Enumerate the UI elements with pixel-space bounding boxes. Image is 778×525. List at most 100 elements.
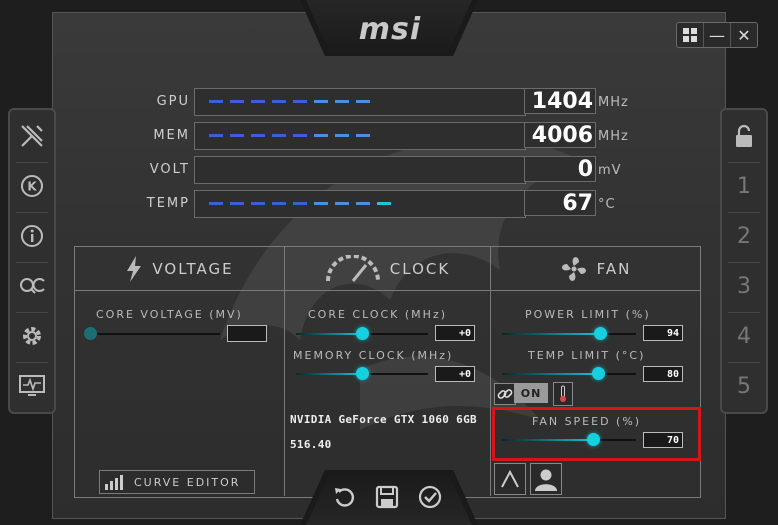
- apply-check-icon[interactable]: [416, 483, 444, 511]
- gpu-meter-value: 1404: [524, 88, 596, 114]
- kombustor-icon[interactable]: K: [10, 166, 54, 206]
- temp-meter-unit: °C: [598, 197, 616, 212]
- sidebar-separator: [16, 362, 48, 363]
- settings-gear-icon[interactable]: [10, 316, 54, 356]
- sidebar-separator: [16, 212, 48, 213]
- power-limit-label: POWER LIMIT (%): [525, 308, 651, 321]
- windows-icon[interactable]: [677, 23, 704, 47]
- mem-meter-label: MEM: [153, 128, 190, 143]
- core-voltage-label: CORE VOLTAGE (MV): [96, 308, 243, 321]
- monitoring-icon[interactable]: [10, 366, 54, 406]
- save-icon[interactable]: [373, 483, 401, 511]
- clock-title: CLOCK: [389, 260, 451, 278]
- core-clock-label: CORE CLOCK (MHz): [308, 308, 448, 321]
- user-profile-icon[interactable]: [530, 463, 562, 495]
- memory-clock-input[interactable]: +0: [435, 366, 475, 382]
- fan-speed-highlight: [492, 407, 701, 461]
- gpu-meter-bar: [194, 88, 526, 116]
- meter-dash: [293, 202, 307, 205]
- meter-dash: [251, 100, 265, 103]
- mem-meter-unit: MHz: [598, 129, 629, 144]
- core-voltage-input[interactable]: [227, 325, 267, 342]
- sidebar-separator: [728, 262, 760, 263]
- curve-editor-icon: [105, 475, 123, 490]
- temp-meter-bar: [194, 190, 526, 218]
- link-toggle-on[interactable]: ON: [514, 383, 548, 403]
- meter-dash: [377, 202, 391, 205]
- meter-dash: [209, 202, 223, 205]
- core-clock-slider[interactable]: [296, 327, 428, 340]
- oc-icon[interactable]: [10, 266, 54, 306]
- thermometer-icon[interactable]: [553, 382, 573, 406]
- sidebar-separator: [728, 312, 760, 313]
- minimize-button[interactable]: —: [704, 23, 731, 47]
- svg-text:K: K: [27, 180, 37, 194]
- meter-dash: [314, 100, 328, 103]
- sidebar-separator: [16, 162, 48, 163]
- link-icon[interactable]: [494, 383, 516, 405]
- meter-dash: [272, 100, 286, 103]
- slider-thumb[interactable]: [593, 327, 607, 340]
- fan-title: FAN: [596, 260, 632, 278]
- msi-logo: msi: [358, 12, 422, 47]
- core-voltage-slider[interactable]: [84, 327, 220, 340]
- power-limit-input[interactable]: 94: [643, 325, 683, 341]
- profile-4-button[interactable]: 4: [722, 316, 766, 356]
- sidebar-separator: [16, 262, 48, 263]
- clock-header: CLOCK: [284, 252, 490, 286]
- sidebar-separator: [16, 312, 48, 313]
- temp-limit-input[interactable]: 80: [643, 366, 683, 382]
- curve-editor-label: CURVE EDITOR: [134, 475, 241, 489]
- profile-3-button[interactable]: 3: [722, 266, 766, 306]
- temp-meter-value: 67: [524, 190, 596, 216]
- meter-dash: [293, 134, 307, 137]
- mem-meter-fill: [209, 134, 370, 137]
- curve-editor-button[interactable]: CURVE EDITOR: [99, 470, 255, 494]
- core-clock-input[interactable]: +0: [435, 325, 475, 341]
- meter-dash: [335, 100, 349, 103]
- temp-meter-label: TEMP: [146, 196, 190, 211]
- meter-dash: [230, 100, 244, 103]
- slider-fill: [296, 373, 362, 375]
- meter-dash: [272, 134, 286, 137]
- unlock-icon[interactable]: [722, 116, 766, 156]
- volt-meter-fill: [209, 168, 509, 172]
- meter-dash: [209, 134, 223, 137]
- meter-dash: [251, 134, 265, 137]
- gpu-meter-label: GPU: [156, 94, 190, 109]
- left-sidebar: K: [8, 108, 56, 414]
- profile-2-button[interactable]: 2: [722, 216, 766, 256]
- close-button[interactable]: ✕: [731, 23, 757, 47]
- auto-fan-icon[interactable]: [494, 463, 526, 495]
- volt-meter-bar: [194, 156, 526, 184]
- volt-meter-unit: mV: [598, 163, 622, 178]
- window-controls: — ✕: [676, 22, 758, 48]
- oc-scanner-icon[interactable]: [10, 116, 54, 156]
- slider-thumb[interactable]: [356, 327, 369, 340]
- reset-icon[interactable]: [330, 483, 358, 511]
- info-icon[interactable]: [10, 216, 54, 256]
- temp-meter-fill: [209, 202, 391, 205]
- sidebar-separator: [728, 212, 760, 213]
- slider-fill: [502, 333, 600, 335]
- meter-dash: [251, 202, 265, 205]
- fan-header: FAN: [490, 252, 700, 286]
- meter-dash: [335, 134, 349, 137]
- meter-dash: [356, 202, 370, 205]
- driver-version: 516.40: [290, 438, 332, 451]
- profile-1-button[interactable]: 1: [722, 166, 766, 206]
- lightning-icon: [127, 256, 142, 282]
- slider-thumb[interactable]: [356, 367, 369, 380]
- mem-meter-value: 4006: [524, 122, 596, 148]
- slider-fill: [296, 333, 362, 335]
- panel-header-divider: [74, 290, 700, 291]
- meter-dash: [293, 100, 307, 103]
- sidebar-separator: [728, 162, 760, 163]
- power-limit-slider[interactable]: [502, 327, 636, 340]
- profile-5-button[interactable]: 5: [722, 366, 766, 406]
- slider-thumb[interactable]: [84, 327, 97, 340]
- meter-dash: [272, 202, 286, 205]
- memory-clock-slider[interactable]: [296, 367, 428, 380]
- volt-meter-label: VOLT: [149, 162, 190, 177]
- temp-limit-slider[interactable]: [502, 367, 636, 380]
